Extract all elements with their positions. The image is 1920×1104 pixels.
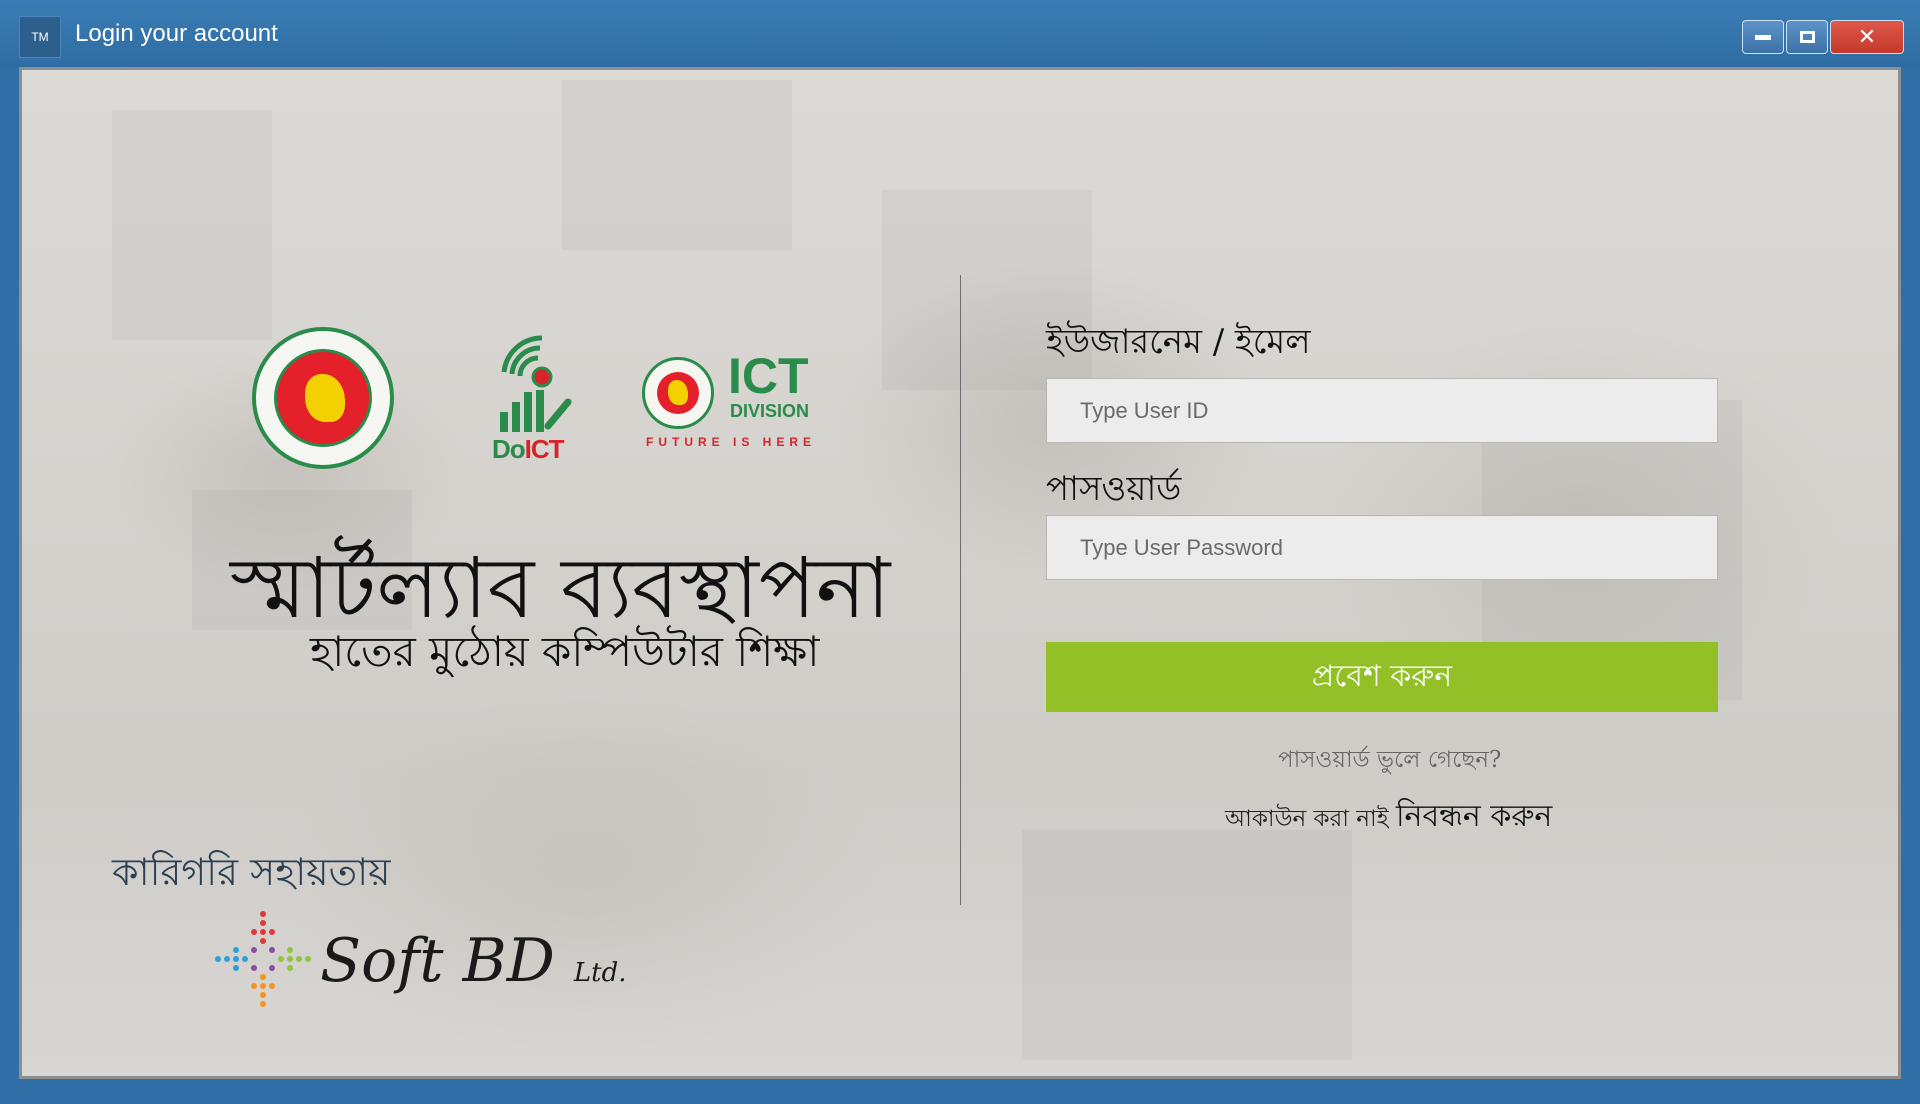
background-photo-shape: [562, 80, 792, 250]
vertical-divider: [960, 275, 961, 905]
wifi-signal-icon: [500, 335, 572, 432]
minimize-button[interactable]: [1742, 20, 1784, 54]
bangladesh-map-icon: [305, 374, 345, 422]
ict-tagline: FUTURE IS HERE: [646, 435, 817, 449]
softbd-name: Soft BD: [320, 926, 555, 996]
ict-division-seal: [642, 357, 714, 429]
register-link[interactable]: নিবন্ধন করুন: [1396, 799, 1552, 834]
softbd-wordmark: Soft BD Ltd.: [320, 926, 627, 996]
app-icon: TM: [19, 16, 61, 58]
password-label: পাসওয়ার্ড: [1046, 469, 1182, 509]
forgot-password-link[interactable]: পাসওয়ার্ড ভুলে গেছেন?: [1278, 741, 1501, 780]
bangladesh-map-icon: [668, 380, 688, 405]
doict-label-prefix: Do: [492, 434, 526, 464]
doict-logo: DoICT: [492, 330, 582, 464]
ict-wordmark: ICT: [728, 348, 809, 404]
window-title: Login your account: [75, 20, 278, 47]
background-photo-shape: [112, 110, 272, 340]
password-input[interactable]: [1046, 515, 1718, 580]
tech-support-label: কারিগরি সহায়তায়: [112, 850, 391, 894]
login-panel: DoICT ICT DIVISION FUTURE IS HERE স্মার্…: [19, 67, 1901, 1079]
username-input[interactable]: [1046, 378, 1718, 443]
window-titlebar: TM Login your account ✕: [0, 0, 1920, 68]
no-account-text: আকাউন করা নাই নিবন্ধন করুন: [1225, 792, 1552, 843]
ict-division-seal-disc: [657, 372, 699, 414]
close-icon: ✕: [1857, 24, 1877, 50]
government-seal-logo: [252, 327, 394, 469]
doict-label: DoICT: [492, 434, 565, 465]
seal-red-disc: [274, 349, 372, 447]
softbd-dots-icon: [215, 911, 311, 1007]
no-account-label: আকাউন করা নাই: [1225, 806, 1389, 832]
close-button[interactable]: ✕: [1830, 20, 1904, 54]
app-subheadline: হাতের মুঠোয় কম্পিউটার শিক্ষা: [310, 627, 820, 676]
ict-division-wordmark: DIVISION: [730, 401, 810, 421]
softbd-suffix: Ltd.: [573, 958, 627, 988]
login-button[interactable]: প্রবেশ করুন: [1046, 642, 1718, 712]
doict-label-suffix: ICT: [524, 434, 565, 464]
username-label: ইউজারনেম / ইমেল: [1046, 322, 1311, 362]
minimize-icon: [1755, 34, 1771, 40]
maximize-icon: [1799, 31, 1815, 43]
softbd-logo: Soft BD Ltd.: [212, 908, 627, 1018]
background-photo-shape: [1022, 830, 1352, 1060]
maximize-button[interactable]: [1786, 20, 1828, 54]
ict-division-logo: ICT DIVISION FUTURE IS HERE: [642, 351, 822, 451]
